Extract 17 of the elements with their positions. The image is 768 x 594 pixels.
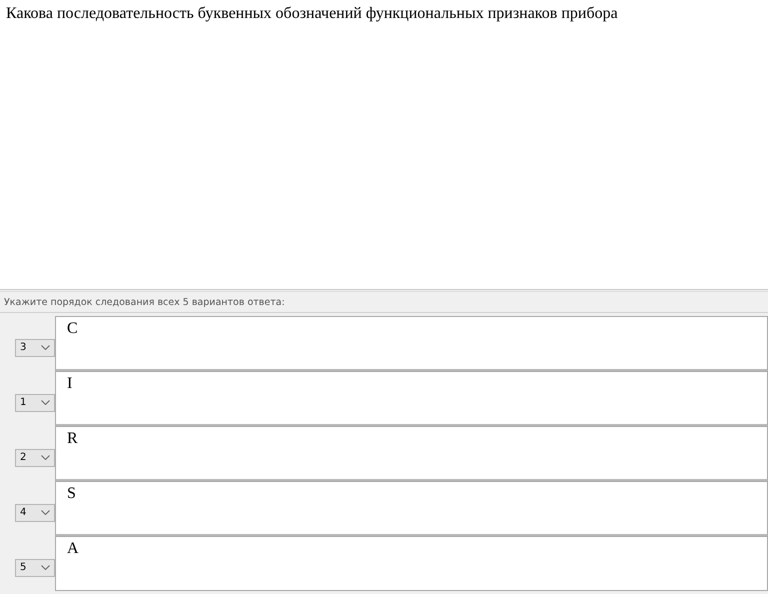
caret-icon: [41, 455, 50, 460]
caret-icon: [41, 345, 50, 350]
answer-text: C: [67, 320, 78, 337]
order-dropdown[interactable]: 5: [15, 558, 55, 576]
order-dropdown[interactable]: 4: [15, 504, 55, 522]
answer-text: S: [67, 485, 76, 502]
instruction-text: Укажите порядок следования всех 5 вариантов ответа:: [4, 296, 285, 308]
caret-icon: [41, 400, 50, 405]
caret-icon: [41, 510, 50, 515]
question-text: Какова последовательность буквенных обозначений функциональных признаков прибора: [6, 5, 618, 22]
caret-icon: [41, 565, 50, 570]
order-dropdown[interactable]: 1: [15, 394, 55, 412]
answer-text: I: [67, 375, 72, 392]
order-dropdown[interactable]: 2: [15, 448, 55, 466]
order-dropdown[interactable]: 3: [15, 338, 55, 356]
answer-text: R: [67, 430, 78, 447]
answer-text: A: [67, 540, 79, 557]
